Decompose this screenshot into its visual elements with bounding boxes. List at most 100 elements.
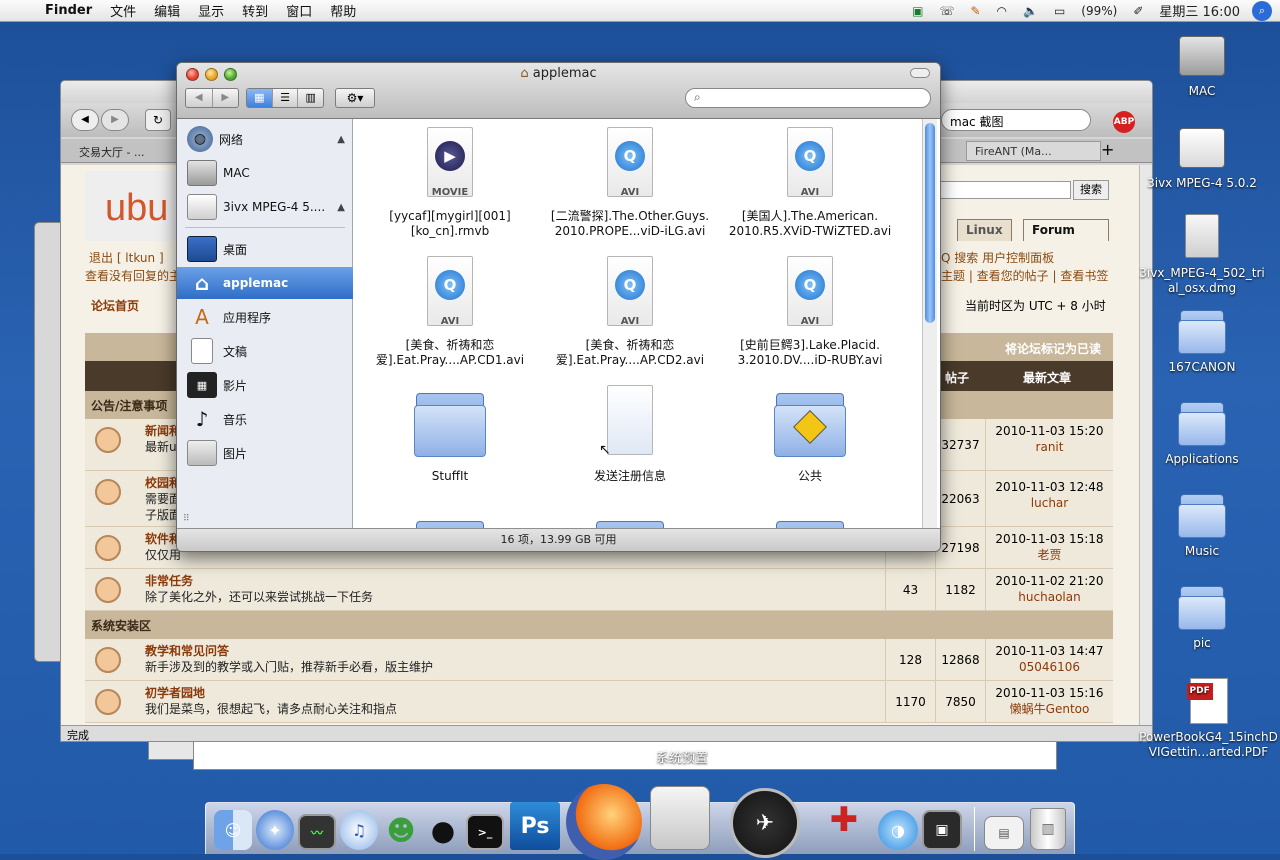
qq-dock-icon[interactable]: ●	[424, 810, 462, 850]
last-post-user[interactable]: huchaolan	[986, 589, 1113, 605]
finder-titlebar[interactable]: ⌂ applemac ◀ ▶ ▦ ☰ ▥ ⚙▾ ⌕	[177, 63, 940, 119]
eject-icon[interactable]: ▲	[337, 134, 345, 145]
search-ucp-links[interactable]: Q 搜索 用户控制面板	[941, 249, 1054, 266]
browser-search-input[interactable]: mac 截图	[941, 109, 1091, 131]
file-item-avi[interactable]: Q AVI [美国人].The.American. 2010.R5.XViD-TW…	[720, 125, 900, 239]
volume-icon[interactable]: 🔈	[1015, 4, 1046, 18]
forum-row[interactable]: 非常任务 除了美化之外，还可以来尝试挑战一下任务 43 1182 2010-11…	[85, 569, 1113, 611]
firefox-dock-icon[interactable]	[566, 784, 642, 860]
adblock-icon[interactable]: ABP	[1113, 111, 1135, 133]
sidebar-item-pictures[interactable]: 图片	[177, 437, 353, 469]
sidebar-item-movies[interactable]: ▦ 影片	[177, 369, 353, 401]
input-method-icon[interactable]: ✐	[1125, 4, 1151, 18]
forward-button[interactable]: ▶	[101, 109, 129, 131]
sidebar-item-mac[interactable]: MAC	[177, 157, 353, 189]
column-view-button[interactable]: ▥	[298, 89, 323, 107]
last-post-user[interactable]: 老贾	[986, 547, 1113, 563]
file-item-avi[interactable]: Q AVI [二流警探].The.Other.Guys. 2010.PROPE..…	[540, 125, 720, 239]
user-links[interactable]: 主题 | 查看您的帖子 | 查看书签	[941, 267, 1108, 284]
back-button[interactable]: ◀	[186, 89, 213, 107]
pen-status-icon[interactable]: ✎	[962, 4, 988, 18]
last-post-user[interactable]: 懒蜗牛Gentoo	[986, 701, 1113, 717]
forum-search-input[interactable]	[931, 181, 1071, 199]
forum-row[interactable]: 教学和常见问答 新手涉及到的教学或入门贴，推荐新手必看，版主维护 128 128…	[85, 639, 1113, 681]
system-preferences-dock-icon[interactable]	[650, 786, 710, 850]
menu-app[interactable]: Finder	[36, 3, 101, 18]
folder-icon[interactable]	[592, 511, 668, 528]
battery-percent[interactable]: (99%)	[1073, 4, 1125, 18]
phone-status-icon[interactable]: ☏	[931, 4, 962, 18]
sidebar-item-home[interactable]: ⌂ applemac	[177, 267, 353, 299]
messenger-dock-icon[interactable]: ☻	[382, 810, 420, 850]
file-item-avi[interactable]: Q AVI [美食、祈祷和恋 爱].Eat.Pray....AP.CD2.avi	[540, 254, 720, 368]
desktop-icon-applications[interactable]: Applications	[1137, 398, 1267, 467]
logout-link[interactable]: 退出 [ ltkun ]	[89, 249, 164, 266]
sidebar-item-music[interactable]: ♪ 音乐	[177, 403, 353, 435]
sidebar-item-documents[interactable]: 文稿	[177, 335, 353, 367]
folder-item-public[interactable]: 公共	[720, 383, 900, 484]
finder-search-input[interactable]: ⌕	[685, 88, 931, 108]
menu-edit[interactable]: 编辑	[145, 1, 189, 20]
menu-window[interactable]: 窗口	[277, 1, 321, 20]
folder-item-stuffit[interactable]: StuffIt	[360, 383, 540, 484]
action-gear-button[interactable]: ⚙▾	[335, 88, 375, 108]
menu-help[interactable]: 帮助	[321, 1, 365, 20]
back-button[interactable]: ◀	[71, 109, 99, 131]
desktop-icon-music[interactable]: Music	[1137, 490, 1267, 559]
browser-tab-trading[interactable]: 交易大厅 - ...	[71, 141, 152, 163]
scroll-thumb[interactable]	[925, 123, 935, 323]
mark-read-link[interactable]: 将论坛标记为已读	[1005, 340, 1101, 357]
forum-home-link[interactable]: 论坛首页	[91, 297, 139, 314]
tab-linux[interactable]: Linux	[957, 219, 1012, 241]
desktop-icon-dmg[interactable]: 3ivx_MPEG-4_502_trial_osx.dmg	[1137, 212, 1267, 296]
excel-status-icon[interactable]: ▣	[904, 4, 931, 18]
desktop-icon-pdf[interactable]: PDF PowerBookG4_15inchDVIGettin...arted.…	[1137, 676, 1280, 760]
spotlight-icon[interactable]: ⌕	[1252, 0, 1272, 21]
file-item-alias[interactable]: ↖ 发送注册信息	[540, 383, 720, 484]
desktop-icon-3ivx-volume[interactable]: 3ivx MPEG-4 5.0.2	[1137, 122, 1267, 191]
forum-title[interactable]: 初学者园地	[145, 684, 205, 701]
photoshop-dock-icon[interactable]: Ps	[510, 802, 560, 850]
unanswered-link[interactable]: 查看没有回复的主	[85, 267, 181, 284]
folder-icon[interactable]	[412, 511, 488, 528]
forum-search-button[interactable]: 搜索	[1073, 180, 1109, 200]
new-tab-button[interactable]: +	[1101, 140, 1114, 159]
tab-forum[interactable]: Forum	[1023, 219, 1109, 241]
battery-icon[interactable]: ▭	[1046, 4, 1073, 18]
sidebar-item-3ivx[interactable]: 3ivx MPEG-4 5.... ▲	[177, 191, 353, 223]
sidebar-resize-handle[interactable]: ⠿	[183, 514, 190, 524]
automator-dock-icon[interactable]: ✚	[816, 790, 872, 850]
finder-dock-icon[interactable]: ☺	[214, 810, 252, 850]
wifi-icon[interactable]: ◠	[989, 4, 1015, 18]
terminal-dock-icon[interactable]: >_	[466, 814, 504, 850]
itunes-dock-icon[interactable]: ♫	[340, 810, 378, 850]
activity-monitor-dock-icon[interactable]: 〰	[298, 814, 336, 850]
last-post-user[interactable]: 05046106	[986, 659, 1113, 675]
forum-logo[interactable]: ubu	[105, 187, 168, 230]
last-post-user[interactable]: luchar	[986, 495, 1113, 511]
trash-icon[interactable]: ▥	[1030, 808, 1066, 850]
browser-tab-fireant[interactable]: FireANT (Ma...	[966, 141, 1101, 161]
dashboard-dock-icon[interactable]: ✈	[730, 788, 800, 858]
forward-button[interactable]: ▶	[213, 89, 239, 107]
file-item-avi[interactable]: Q AVI [史前巨鳄3].Lake.Placid. 3.2010.DV....i…	[720, 254, 900, 368]
eject-icon[interactable]: ▲	[337, 202, 345, 213]
icon-view-button[interactable]: ▦	[247, 89, 273, 107]
preview-dock-icon[interactable]: ▤	[984, 816, 1024, 850]
desktop-icon-pic[interactable]: pic	[1137, 582, 1267, 651]
toolbar-toggle-button[interactable]	[910, 68, 930, 78]
messenger-blue-dock-icon[interactable]: ◑	[878, 810, 918, 850]
menu-go[interactable]: 转到	[233, 1, 277, 20]
last-post-user[interactable]: ranit	[986, 439, 1113, 455]
photo-booth-dock-icon[interactable]: ▣	[922, 810, 962, 850]
file-item-rmvb[interactable]: ▶ MOVIE [yycaf][mygirl][001] [ko_cn].rmvb	[360, 125, 540, 239]
forum-title[interactable]: 教学和常见问答	[145, 642, 229, 659]
menubar-clock[interactable]: 星期三 16:00	[1151, 1, 1248, 20]
folder-icon[interactable]	[772, 511, 848, 528]
desktop-icon-mac[interactable]: MAC	[1137, 30, 1267, 99]
finder-scrollbar[interactable]	[922, 119, 937, 528]
sidebar-item-desktop[interactable]: 桌面	[177, 233, 353, 265]
menu-view[interactable]: 显示	[189, 1, 233, 20]
sidebar-item-applications[interactable]: A 应用程序	[177, 301, 353, 333]
reload-button[interactable]: ↻	[145, 109, 171, 131]
